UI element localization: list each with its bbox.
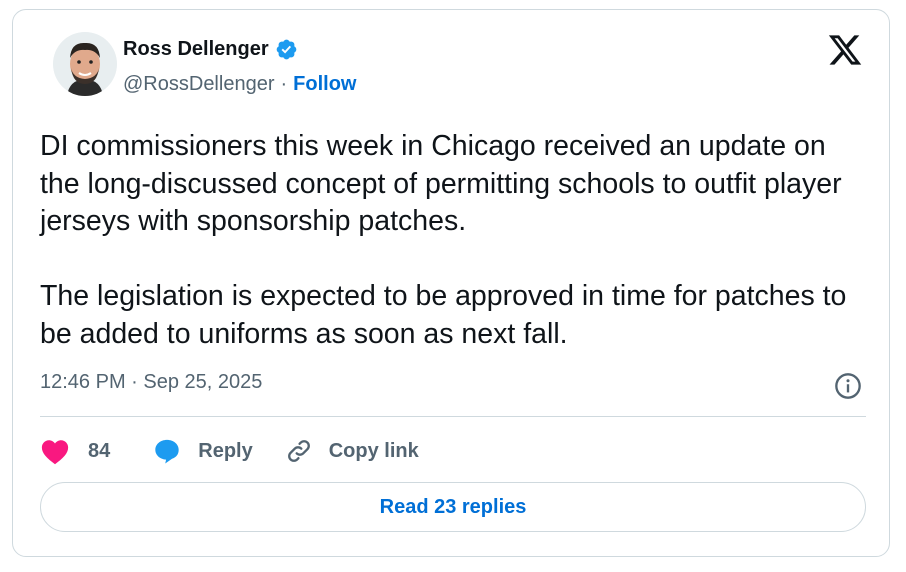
read-replies-button[interactable]: Read 23 replies [40,482,866,532]
tweet-timestamp[interactable]: 12:46 PM · Sep 25, 2025 [40,371,262,394]
author-avatar[interactable] [53,32,117,96]
copy-link-label: Copy link [328,439,419,462]
avatar-illustration-icon [53,32,117,96]
author-name[interactable]: Ross Dellenger [123,38,269,61]
reply-button[interactable]: Reply [152,437,253,465]
link-icon [287,440,310,462]
heart-icon [41,440,69,465]
tweet-text: DI commissioners this week in Chicago re… [40,130,847,350]
author-handle[interactable]: @RossDellenger [123,73,274,96]
like-count: 84 [88,439,111,462]
info-icon[interactable] [834,372,862,400]
separator-dot: · [280,73,288,95]
copy-link-button[interactable]: Copy link [285,437,419,465]
author-handle-row: @RossDellenger · Follow [123,73,356,96]
divider [40,416,866,417]
action-bar: 84 Reply Copy link [40,434,419,468]
follow-button[interactable]: Follow [293,73,356,96]
reply-bubble-icon [155,439,179,464]
verified-badge-icon [276,39,296,60]
author-name-row: Ross Dellenger [123,38,298,61]
like-button[interactable]: 84 [40,437,110,465]
x-logo-icon[interactable] [827,32,863,68]
reply-label: Reply [198,439,253,462]
tweet-card: Ross Dellenger @RossDellenger · Follow D… [12,9,890,557]
